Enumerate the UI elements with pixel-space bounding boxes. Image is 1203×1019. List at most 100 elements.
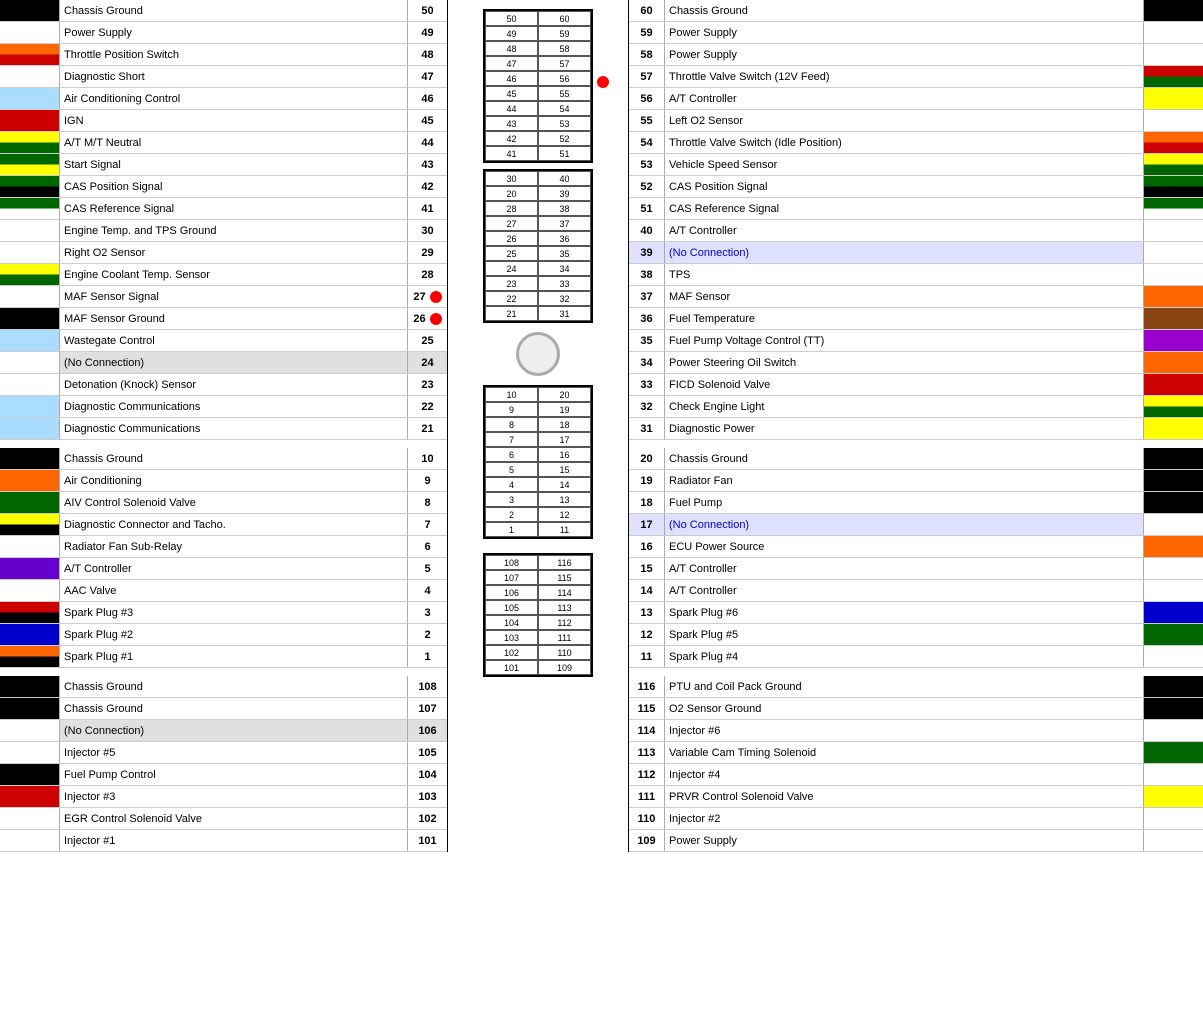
pin-number: 51 <box>629 198 665 219</box>
pin-number: 46 <box>407 88 447 109</box>
wire-color-swatch <box>0 198 60 219</box>
pin-number: 43 <box>407 154 447 175</box>
wire-color-swatch <box>0 536 60 557</box>
pin-label: ECU Power Source <box>665 536 1143 557</box>
wire-color-swatch <box>1143 418 1203 439</box>
pin-number: 44 <box>407 132 447 153</box>
connector-pin-cell: 19 <box>538 402 591 417</box>
right-pin-row: 20Chassis Ground <box>629 448 1203 470</box>
right-pin-row: 18Fuel Pump <box>629 492 1203 514</box>
wire-color-swatch <box>0 374 60 395</box>
wire-color-swatch <box>1143 0 1203 21</box>
right-pin-row: 58Power Supply <box>629 44 1203 66</box>
pin-label: CAS Reference Signal <box>665 198 1143 219</box>
pin-number: 102 <box>407 808 447 829</box>
pin-number: 8 <box>407 492 447 513</box>
pin-label: A/T Controller <box>665 220 1143 241</box>
wire-color-swatch <box>0 580 60 601</box>
pin-label: (No Connection) <box>665 242 1143 263</box>
right-pin-row: 19Radiator Fan <box>629 470 1203 492</box>
pin-number: 24 <box>407 352 447 373</box>
connector-group: 3040203928382737263625352434233322322131 <box>483 169 593 323</box>
right-pin-row: 12Spark Plug #5 <box>629 624 1203 646</box>
wire-color-swatch <box>0 830 60 851</box>
pin-number: 56 <box>629 88 665 109</box>
pin-label: Detonation (Knock) Sensor <box>60 374 407 395</box>
right-pin-row: 31Diagnostic Power <box>629 418 1203 440</box>
left-pin-row: EGR Control Solenoid Valve102 <box>0 808 447 830</box>
pin-label: Spark Plug #4 <box>665 646 1143 667</box>
right-pin-row: 57Throttle Valve Switch (12V Feed) <box>629 66 1203 88</box>
middle-column: 5060495948584757465645554454435342524151… <box>448 0 628 852</box>
pin-number: 42 <box>407 176 447 197</box>
connector-pin-cell: 51 <box>538 146 591 161</box>
connector-pin-cell: 32 <box>538 291 591 306</box>
pin-number: 49 <box>407 22 447 43</box>
right-pin-row: 59Power Supply <box>629 22 1203 44</box>
wire-color-swatch <box>0 264 60 285</box>
wire-color-swatch <box>1143 286 1203 307</box>
pin-number: 110 <box>629 808 665 829</box>
pin-label: Diagnostic Connector and Tacho. <box>60 514 407 535</box>
connector-pin-cell: 22 <box>485 291 538 306</box>
right-pin-row: 115O2 Sensor Ground <box>629 698 1203 720</box>
pin-label: Diagnostic Short <box>60 66 407 87</box>
left-pin-row: Diagnostic Communications21 <box>0 418 447 440</box>
connector-pin-cell: 47 <box>485 56 538 71</box>
left-pin-row: Air Conditioning Control46 <box>0 88 447 110</box>
right-pin-row: 34Power Steering Oil Switch <box>629 352 1203 374</box>
left-pin-row: Chassis Ground50 <box>0 0 447 22</box>
left-pin-row: Wastegate Control25 <box>0 330 447 352</box>
pin-number: 39 <box>629 242 665 263</box>
connector-pin-cell: 48 <box>485 41 538 56</box>
connector-pin-cell: 110 <box>538 645 591 660</box>
connector-pin-cell: 26 <box>485 231 538 246</box>
pin-label: Vehicle Speed Sensor <box>665 154 1143 175</box>
pin-label: A/T Controller <box>665 88 1143 109</box>
wire-color-swatch <box>1143 198 1203 219</box>
pin-label: Right O2 Sensor <box>60 242 407 263</box>
pin-label: Chassis Ground <box>665 0 1143 21</box>
wire-color-swatch <box>1143 698 1203 719</box>
connector-pin-cell: 10 <box>485 387 538 402</box>
pin-number: 13 <box>629 602 665 623</box>
pin-number: 4 <box>407 580 447 601</box>
pin-number: 14 <box>629 580 665 601</box>
wire-color-swatch <box>0 624 60 645</box>
wire-color-swatch <box>0 242 60 263</box>
connector-pin-cell: 50 <box>485 11 538 26</box>
wire-color-swatch <box>0 514 60 535</box>
pin-number: 55 <box>629 110 665 131</box>
pin-number: 19 <box>629 470 665 491</box>
connector-pin-cell: 108 <box>485 555 538 570</box>
pin-number: 57 <box>629 66 665 87</box>
pin-label: Injector #6 <box>665 720 1143 741</box>
right-pin-row: 16ECU Power Source <box>629 536 1203 558</box>
pin-label: Fuel Pump Control <box>60 764 407 785</box>
wire-color-swatch <box>0 44 60 65</box>
left-pin-row: Start Signal43 <box>0 154 447 176</box>
pin-label: MAF Sensor <box>665 286 1143 307</box>
left-pin-row: (No Connection)106 <box>0 720 447 742</box>
pin-label: Chassis Ground <box>60 698 407 719</box>
wire-color-swatch <box>1143 44 1203 65</box>
right-pin-row: 33FICD Solenoid Valve <box>629 374 1203 396</box>
connector-pin-cell: 59 <box>538 26 591 41</box>
wire-color-swatch <box>0 676 60 697</box>
connector-pin-cell: 21 <box>485 306 538 321</box>
left-pin-row: AAC Valve4 <box>0 580 447 602</box>
round-connector <box>516 332 560 376</box>
wire-color-swatch <box>0 764 60 785</box>
pin-number: 37 <box>629 286 665 307</box>
right-pin-row: 52CAS Position Signal <box>629 176 1203 198</box>
wire-color-swatch <box>1143 154 1203 175</box>
wire-color-swatch <box>1143 470 1203 491</box>
pin-number: 26 <box>407 308 447 329</box>
pin-number: 101 <box>407 830 447 851</box>
wire-color-swatch <box>0 0 60 21</box>
pin-number: 9 <box>407 470 447 491</box>
wire-color-swatch <box>1143 308 1203 329</box>
left-pin-row: Spark Plug #33 <box>0 602 447 624</box>
right-pin-row: 60Chassis Ground <box>629 0 1203 22</box>
pin-label: Radiator Fan Sub-Relay <box>60 536 407 557</box>
